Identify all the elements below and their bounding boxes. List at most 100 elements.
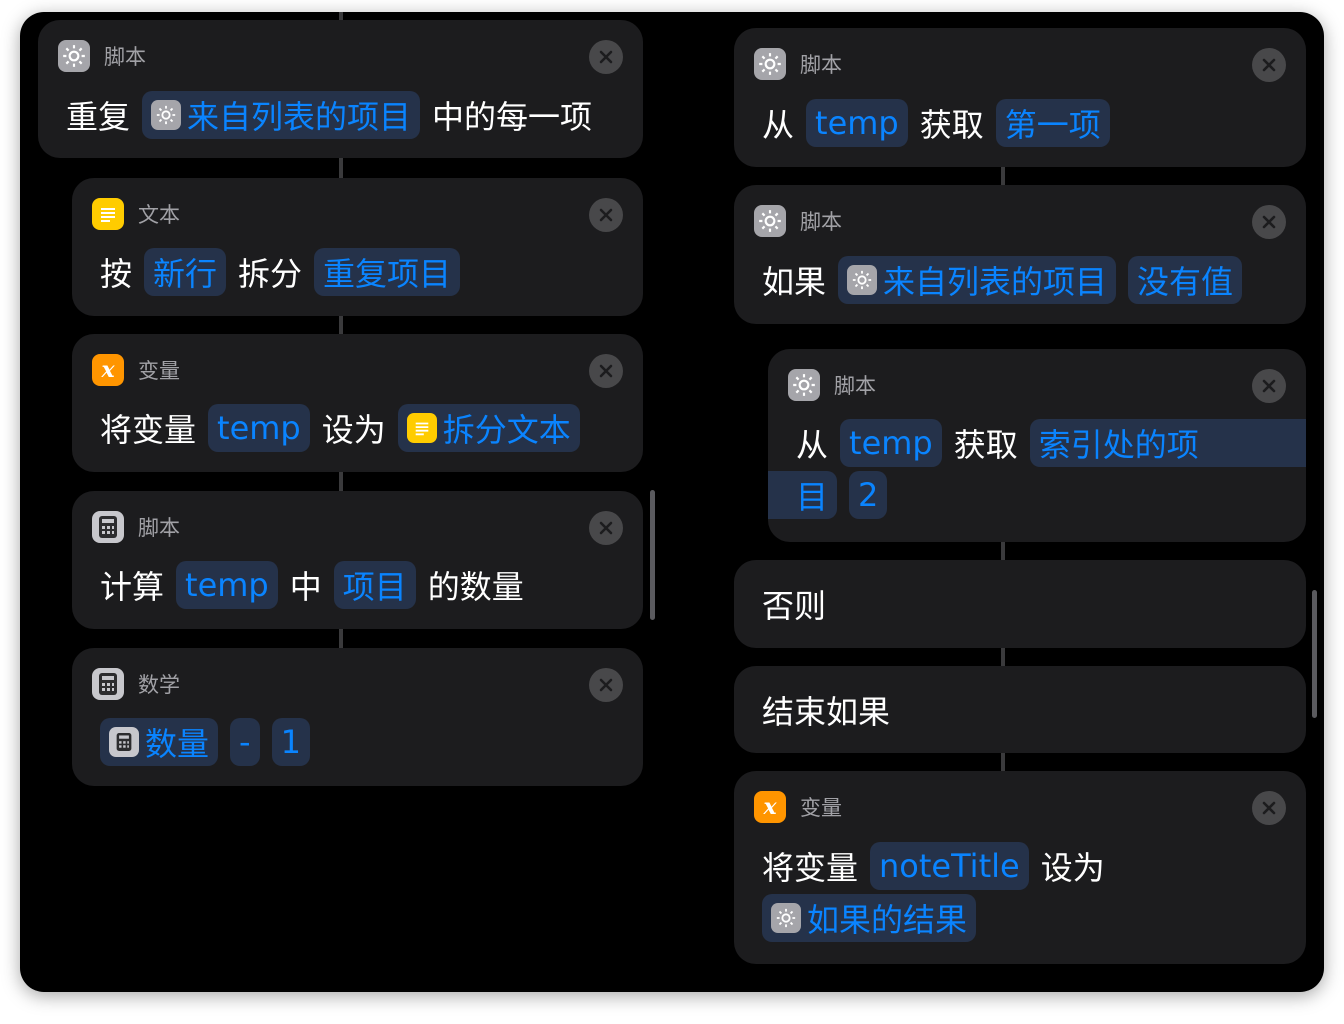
condition-token[interactable]: 没有值 xyxy=(1128,256,1243,304)
close-icon xyxy=(599,50,613,64)
action-text: 按 xyxy=(100,255,133,293)
close-icon xyxy=(599,364,613,378)
card-header: x 变量 xyxy=(754,791,842,823)
left-scrollbar[interactable] xyxy=(650,490,655,620)
gear-icon xyxy=(151,100,182,130)
index-token[interactable]: 2 xyxy=(849,471,888,519)
variable-token-if-result[interactable]: 如果的结果 xyxy=(762,894,977,942)
app-name: 文本 xyxy=(138,203,180,227)
close-icon xyxy=(599,678,613,692)
action-parameters: 如果 来自列表的项目 没有值 xyxy=(762,256,1286,304)
action-card-set-variable-note-title[interactable]: x 变量 将变量 noteTitle 设为 如果的结果 xyxy=(734,771,1306,964)
action-parameters-wrap: 目 2 xyxy=(768,471,1286,519)
variable-name-token[interactable]: temp xyxy=(806,99,908,147)
card-header: 脚本 xyxy=(58,40,146,72)
token-label: 拆分文本 xyxy=(442,411,571,449)
token-label: 数量 xyxy=(145,725,210,763)
calculator-icon xyxy=(92,511,124,543)
close-icon xyxy=(1262,215,1276,229)
close-icon xyxy=(1262,379,1276,393)
remove-action-button[interactable] xyxy=(589,198,623,232)
card-header: 文本 xyxy=(92,198,180,230)
parameter-token-item-at-index[interactable]: 索引处的项 xyxy=(1029,419,1306,467)
remove-action-button[interactable] xyxy=(1252,791,1286,825)
app-name: 变量 xyxy=(138,359,180,383)
close-icon xyxy=(1262,58,1276,72)
action-text: 中 xyxy=(289,568,322,606)
remove-action-button[interactable] xyxy=(589,40,623,74)
flow-connector xyxy=(1001,753,1005,771)
remove-action-button[interactable] xyxy=(1252,369,1286,403)
remove-action-button[interactable] xyxy=(589,668,623,702)
action-parameters: 从 temp 获取 第一项 xyxy=(762,99,1286,147)
action-card-set-variable[interactable]: x 变量 将变量 temp 设为 拆分文本 xyxy=(72,334,643,472)
app-name: 脚本 xyxy=(104,45,146,69)
action-card-repeat[interactable]: 脚本 重复 来自列表的项目 中的每一项 xyxy=(38,20,643,158)
variable-name-token[interactable]: noteTitle xyxy=(870,842,1029,890)
token-label: 来自列表的项目 xyxy=(187,98,412,136)
action-card-split-text[interactable]: 文本 按 新行 拆分 重复项目 xyxy=(72,178,643,316)
action-card-math[interactable]: 数学 数量 - 1 xyxy=(72,648,643,786)
variable-name-token[interactable]: temp xyxy=(840,419,942,467)
action-text: 获取 xyxy=(919,106,984,144)
app-name: 脚本 xyxy=(800,53,842,77)
action-text: 设为 xyxy=(321,411,386,449)
flow-connector xyxy=(1001,542,1005,560)
action-parameters: 计算 temp 中 项目 的数量 xyxy=(100,561,623,609)
card-header: 脚本 xyxy=(754,48,842,80)
close-icon xyxy=(1262,801,1276,815)
parameter-token-first-item[interactable]: 第一项 xyxy=(995,99,1110,147)
action-card-if[interactable]: 脚本 如果 来自列表的项目 没有值 xyxy=(734,185,1306,324)
action-text: 重复 xyxy=(66,98,131,136)
remove-action-button[interactable] xyxy=(589,511,623,545)
calculator-icon xyxy=(92,668,124,700)
parameter-token-item-at-index-wrap[interactable]: 目 xyxy=(768,471,838,519)
action-parameters: 将变量 noteTitle 设为 xyxy=(762,842,1286,890)
variable-x-icon: x xyxy=(92,354,124,386)
parameter-token-separator[interactable]: 新行 xyxy=(144,248,227,296)
close-icon xyxy=(599,208,613,222)
action-card-get-index[interactable]: 脚本 从 temp 获取 索引处的项 目 2 xyxy=(768,349,1306,542)
action-card-end-if[interactable]: 结束如果 xyxy=(734,666,1306,753)
action-text: 如果 xyxy=(762,263,827,301)
action-card-get-first[interactable]: 脚本 从 temp 获取 第一项 xyxy=(734,28,1306,167)
action-parameters-wrap: 如果的结果 xyxy=(762,894,1286,942)
action-text: 设为 xyxy=(1040,849,1105,887)
remove-action-button[interactable] xyxy=(1252,48,1286,82)
text-lines-icon xyxy=(92,198,124,230)
remove-action-button[interactable] xyxy=(589,354,623,388)
action-text: 将变量 xyxy=(762,849,859,887)
action-text: 将变量 xyxy=(100,411,197,449)
action-parameters: 重复 来自列表的项目 中的每一项 xyxy=(66,91,623,139)
card-header: x 变量 xyxy=(92,354,180,386)
parameter-token-items[interactable]: 项目 xyxy=(333,561,416,609)
action-parameters: 从 temp 获取 索引处的项 xyxy=(796,419,1306,467)
variable-token-count[interactable]: 数量 xyxy=(100,718,219,766)
token-label: 来自列表的项目 xyxy=(883,263,1108,301)
gear-icon xyxy=(771,903,801,933)
token-label: 如果的结果 xyxy=(807,901,968,939)
variable-token-list-item[interactable]: 来自列表的项目 xyxy=(838,256,1117,304)
otherwise-label: 否则 xyxy=(762,587,827,625)
calculator-icon xyxy=(109,727,139,757)
variable-name-token[interactable]: temp xyxy=(176,561,278,609)
remove-action-button[interactable] xyxy=(1252,205,1286,239)
operand-token[interactable]: 1 xyxy=(271,718,310,766)
action-card-count[interactable]: 脚本 计算 temp 中 项目 的数量 xyxy=(72,491,643,629)
variable-token-split-text[interactable]: 拆分文本 xyxy=(397,404,580,452)
variable-name-token[interactable]: temp xyxy=(208,404,310,452)
variable-token-repeat-item[interactable]: 重复项目 xyxy=(314,248,461,296)
operator-token[interactable]: - xyxy=(230,718,260,766)
card-header: 脚本 xyxy=(754,205,842,237)
action-text: 从 xyxy=(762,106,795,144)
action-parameters: 按 新行 拆分 重复项目 xyxy=(100,248,623,296)
gear-icon xyxy=(847,265,878,295)
gear-icon xyxy=(788,369,820,401)
card-header: 脚本 xyxy=(788,369,876,401)
action-card-otherwise[interactable]: 否则 xyxy=(734,560,1306,648)
close-icon xyxy=(599,521,613,535)
action-text: 从 xyxy=(796,426,829,464)
right-scrollbar[interactable] xyxy=(1312,590,1317,718)
action-text: 计算 xyxy=(100,568,165,606)
variable-token-list-item[interactable]: 来自列表的项目 xyxy=(142,91,421,139)
